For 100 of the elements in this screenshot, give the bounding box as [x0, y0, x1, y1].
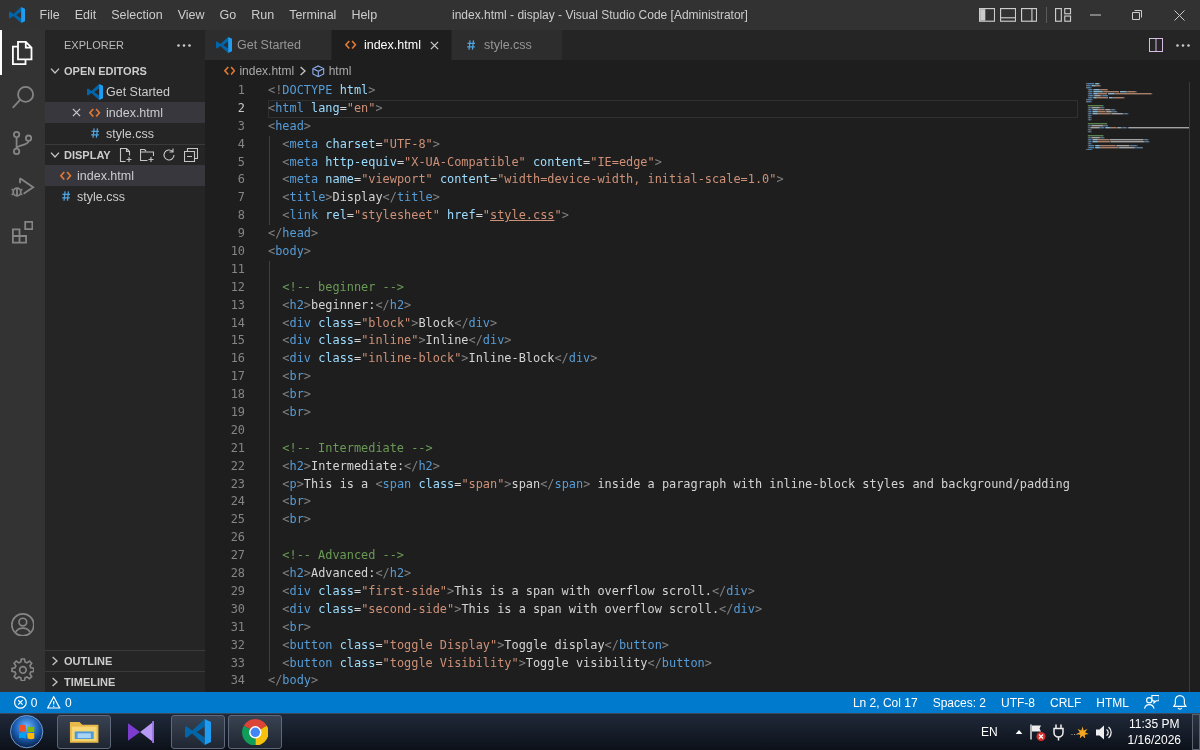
- search-icon[interactable]: [11, 86, 34, 109]
- warning-icon: [47, 696, 61, 709]
- line-number: 24: [230, 494, 245, 509]
- section-header[interactable]: OPEN EDITORS: [45, 60, 205, 81]
- line-number: 27: [230, 548, 245, 563]
- code-line: <h2>Intermediate:</h2>: [281, 458, 440, 473]
- code-line: <div class="inline">Inline</div>: [281, 333, 512, 348]
- line-number: 2: [237, 100, 245, 115]
- line-number: 33: [230, 655, 245, 670]
- angle-brackets-icon: [224, 66, 236, 76]
- code-line: <br>: [281, 387, 311, 402]
- taskbar-button[interactable]: [171, 715, 225, 749]
- menu-item[interactable]: Selection: [103, 0, 171, 30]
- line-ending-button[interactable]: CRLF: [1042, 695, 1089, 710]
- collapse-all-icon[interactable]: [184, 148, 198, 162]
- source-control-icon[interactable]: [12, 130, 33, 155]
- taskbar-button[interactable]: [228, 715, 282, 749]
- clock-time[interactable]: 11:35 PM: [1129, 716, 1180, 732]
- cube-icon: [312, 64, 325, 78]
- code-line: <!DOCTYPE html>: [268, 83, 376, 97]
- restore-icon[interactable]: [1132, 10, 1142, 20]
- cursor-position-button[interactable]: Ln 2, Col 17: [845, 695, 926, 710]
- code-line: <title>Display</title>: [281, 190, 440, 205]
- line-number: 22: [230, 458, 245, 473]
- menu-item[interactable]: Help: [343, 0, 385, 30]
- settings-gear-icon[interactable]: [10, 657, 35, 682]
- line-number: 6: [237, 172, 245, 187]
- power-plug-icon[interactable]: [1053, 723, 1065, 741]
- tree-item[interactable]: index.html: [45, 165, 205, 186]
- open-editor-item[interactable]: index.html: [45, 102, 205, 123]
- open-editor-item[interactable]: style.css: [45, 123, 205, 144]
- errors-button[interactable]: 0: [9, 692, 43, 713]
- line-number: 10: [230, 244, 245, 258]
- menu-item[interactable]: File: [32, 0, 68, 30]
- show-desktop-button[interactable]: [1192, 714, 1200, 750]
- menu-item[interactable]: Edit: [67, 0, 104, 30]
- more-icon[interactable]: [177, 43, 191, 47]
- panel-toggle-icon[interactable]: [1000, 8, 1017, 22]
- notifications-bell-icon[interactable]: [1173, 695, 1187, 710]
- extensions-icon[interactable]: [11, 221, 34, 244]
- line-number: 20: [230, 422, 245, 437]
- visual-studio-logo-icon[interactable]: [127, 721, 155, 743]
- close-icon[interactable]: [1173, 9, 1185, 21]
- refresh-icon[interactable]: [162, 148, 176, 162]
- angle-brackets-icon: [89, 107, 101, 118]
- taskbar-button[interactable]: [57, 715, 111, 749]
- angle-brackets-icon: [60, 170, 72, 181]
- show-hidden-icons-icon[interactable]: [1015, 729, 1024, 735]
- code-line: <p>This is a <span class="span">span</span> inside a paragraph with inline-block styles and background/padding: [281, 476, 1070, 491]
- line-number: 16: [230, 351, 245, 366]
- editor-tab[interactable]: Get Started: [205, 30, 332, 60]
- breadcrumb-item[interactable]: index.html: [224, 64, 295, 78]
- encoding-button[interactable]: UTF-8: [993, 695, 1043, 710]
- code-line: <meta charset="UTF-8">: [281, 136, 440, 151]
- vscode-logo-icon: [185, 719, 211, 745]
- menu-item[interactable]: View: [170, 0, 212, 30]
- start-orb-icon[interactable]: [10, 715, 44, 749]
- language-mode-button[interactable]: HTML: [1088, 695, 1137, 710]
- new-file-icon[interactable]: [118, 148, 132, 162]
- run-debug-icon[interactable]: [10, 177, 35, 198]
- chevron-right-icon: [52, 677, 58, 687]
- tree-item[interactable]: style.css: [45, 186, 205, 207]
- line-number: 34: [230, 673, 245, 688]
- starburst-icon[interactable]: [1071, 725, 1090, 739]
- editor-tab[interactable]: index.html: [331, 30, 452, 60]
- indentation-button[interactable]: Spaces: 2: [925, 695, 994, 710]
- vscode-logo-icon: [216, 37, 232, 53]
- line-number: 19: [230, 405, 245, 420]
- minimize-icon[interactable]: [1089, 14, 1101, 16]
- line-number: 1: [237, 83, 245, 97]
- warnings-button[interactable]: 0: [42, 692, 77, 713]
- menu-item[interactable]: Go: [212, 0, 244, 30]
- primary-sidebar-toggle-icon[interactable]: [979, 8, 996, 22]
- new-folder-icon[interactable]: [140, 148, 154, 162]
- more-icon[interactable]: [1176, 43, 1190, 47]
- flag-error-icon[interactable]: [1030, 723, 1047, 741]
- editor-tab[interactable]: style.css: [451, 30, 563, 60]
- line-number: 13: [230, 297, 245, 312]
- language-indicator[interactable]: EN: [980, 725, 998, 739]
- code-line: <html lang="en">: [268, 100, 383, 115]
- breadcrumb-item[interactable]: html: [312, 64, 352, 78]
- line-number: 21: [230, 440, 245, 455]
- feedback-icon[interactable]: [1143, 695, 1160, 710]
- menu-item[interactable]: Run: [243, 0, 282, 30]
- code-line: </head>: [268, 226, 319, 241]
- speaker-icon[interactable]: [1096, 724, 1113, 740]
- split-editor-icon[interactable]: [1149, 38, 1163, 52]
- account-icon[interactable]: [10, 612, 35, 637]
- line-number: 25: [230, 512, 245, 527]
- line-number: 30: [230, 601, 245, 616]
- clock-date[interactable]: 1/16/2026: [1127, 732, 1181, 748]
- customize-layout-icon[interactable]: [1055, 8, 1072, 22]
- close-icon[interactable]: [71, 108, 81, 117]
- menu-item[interactable]: Terminal: [281, 0, 344, 30]
- code-line: <br>: [281, 405, 311, 420]
- line-number: 32: [230, 637, 245, 652]
- close-icon[interactable]: [430, 40, 440, 50]
- secondary-sidebar-toggle-icon[interactable]: [1021, 8, 1038, 22]
- files-icon[interactable]: [12, 40, 33, 65]
- open-editor-item[interactable]: Get Started: [45, 81, 205, 102]
